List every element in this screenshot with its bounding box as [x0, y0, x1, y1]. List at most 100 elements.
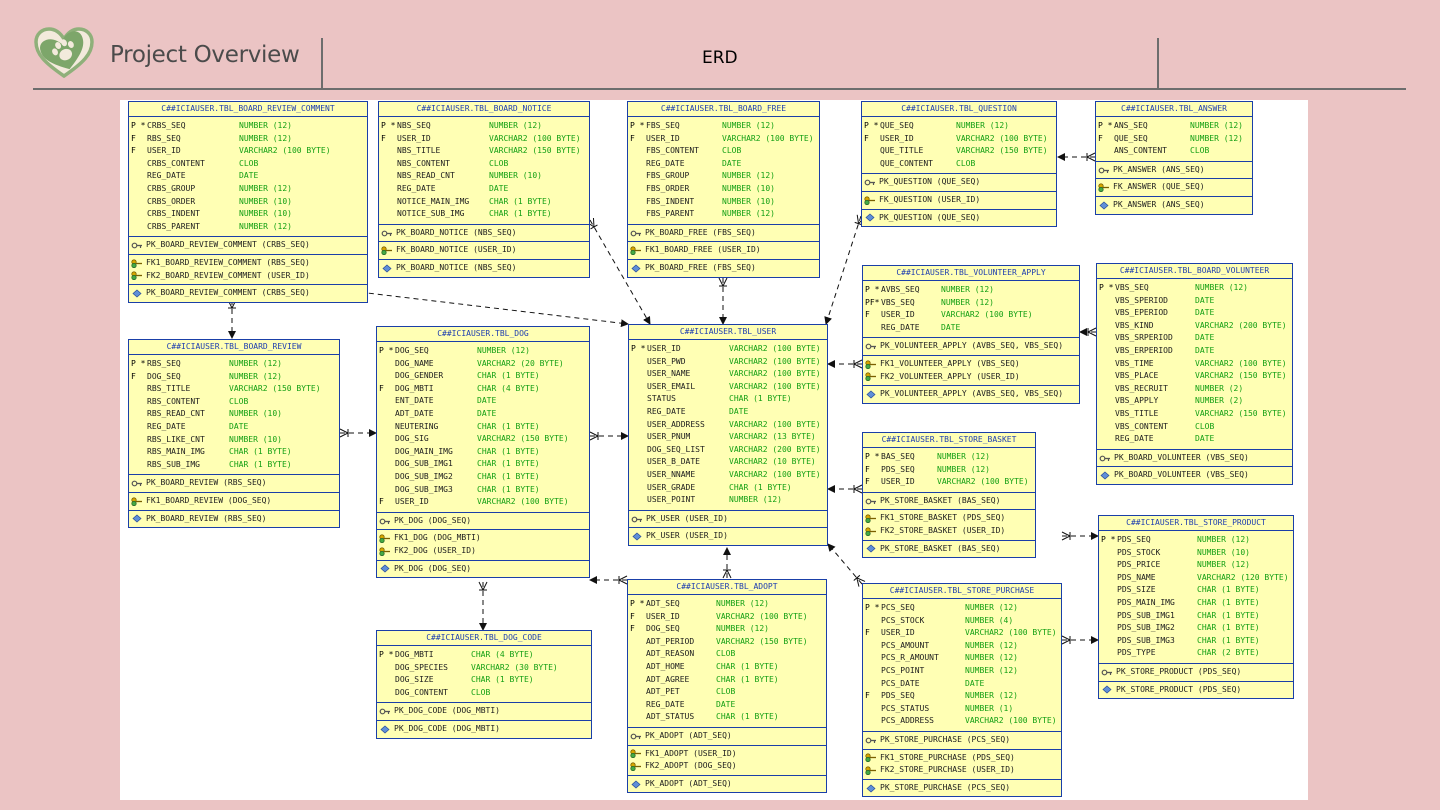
key-entry[interactable]: FK2_VOLUNTEER_APPLY (USER_ID) — [865, 371, 1079, 384]
table-adopt[interactable]: C##ICIAUSER.TBL_ADOPT P * ADT_SEQ NUMBER (1… — [627, 579, 827, 794]
key-entry[interactable]: FK2_ADOPT (DOG_SEQ) — [630, 760, 826, 773]
key-entry[interactable]: PK_USER (USER_ID) — [631, 530, 827, 543]
column-row: PF* VBS_SEQ NUMBER (12) — [863, 297, 1079, 310]
column-type: VARCHAR2 (13 BYTE) — [729, 432, 816, 442]
table-review[interactable]: C##ICIAUSER.TBL_BOARD_REVIEW P * RBS_SEQ NU… — [128, 339, 340, 529]
key-entry[interactable]: PK_USER (USER_ID) — [631, 513, 827, 526]
key-entry[interactable]: FK1_BOARD_FREE (USER_ID) — [630, 244, 819, 257]
index-section: PK_BOARD_REVIEW_COMMENT (CRBS_SEQ) — [129, 284, 367, 302]
column-row: P * AVBS_SEQ NUMBER (12) — [863, 284, 1079, 297]
key-entry[interactable]: PK_BOARD_FREE (FBS_SEQ) — [630, 227, 819, 240]
key-entry[interactable]: FK1_BOARD_REVIEW (DOG_SEQ) — [131, 495, 339, 508]
key-label: PK_BOARD_VOLUNTEER (VBS_SEQ) — [1114, 452, 1249, 462]
column-flag — [377, 421, 395, 434]
column-row: F USER_ID VARCHAR2 (100 BYTE) — [379, 133, 589, 146]
column-flag: F — [131, 133, 136, 143]
table-question[interactable]: C##ICIAUSER.TBL_QUESTION P * QUE_SEQ NUMBER… — [861, 101, 1057, 228]
key-entry[interactable]: PK_STORE_PURCHASE (PCS_SEQ) — [865, 782, 1061, 795]
table-dogcode[interactable]: C##ICIAUSER.TBL_DOG_CODE P * DOG_MBTI CHAR … — [376, 630, 592, 739]
column-list: P * RBS_SEQ NUMBER (12) F DOG_SEQ NUMBER (12)… — [129, 355, 339, 474]
table-notice[interactable]: C##ICIAUSER.TBL_BOARD_NOTICE P * NBS_SEQ NU… — [378, 101, 590, 278]
key-entry[interactable]: PK_DOG (DOG_SEQ) — [379, 563, 589, 576]
key-entry[interactable]: FK1_BOARD_REVIEW_COMMENT (RBS_SEQ) — [131, 257, 367, 270]
column-name: USER_ID — [647, 344, 681, 353]
key-entry[interactable]: PK_VOLUNTEER_APPLY (AVBS_SEQ, VBS_SEQ) — [865, 340, 1079, 353]
key-label: FK2_STORE_BASKET (USER_ID) — [880, 525, 1006, 535]
table-user[interactable]: C##ICIAUSER.TBL_USER P * USER_ID VARCHAR2 (… — [628, 324, 828, 546]
key-entry[interactable]: FK_BOARD_NOTICE (USER_ID) — [381, 244, 589, 257]
key-entry[interactable]: PK_BOARD_FREE (FBS_SEQ) — [630, 262, 819, 275]
table-answer[interactable]: C##ICIAUSER.TBL_ANSWER P * ANS_SEQ NUMBER (… — [1095, 101, 1253, 215]
table-dog[interactable]: C##ICIAUSER.TBL_DOG P * DOG_SEQ NUMBER (12)… — [376, 326, 590, 579]
column-flag — [863, 703, 881, 716]
key-entry[interactable]: PK_STORE_PRODUCT (PDS_SEQ) — [1101, 684, 1293, 697]
key-entry[interactable]: PK_ANSWER (ANS_SEQ) — [1098, 199, 1252, 212]
index-section: PK_BOARD_FREE (FBS_SEQ) — [628, 258, 819, 277]
primary-key-section: PK_BOARD_NOTICE (NBS_SEQ) — [379, 223, 589, 242]
column-type: NUMBER (12) — [722, 171, 775, 181]
key-entry[interactable]: FK2_STORE_PURCHASE (USER_ID) — [865, 764, 1061, 777]
column-type: CHAR (1 BYTE) — [489, 196, 552, 206]
column-flag — [377, 687, 395, 700]
key-entry[interactable]: PK_BOARD_NOTICE (NBS_SEQ) — [381, 227, 589, 240]
column-flag — [129, 446, 147, 459]
key-entry[interactable]: PK_STORE_BASKET (BAS_SEQ) — [865, 543, 1035, 556]
column-row: RBS_TITLE VARCHAR2 (150 BYTE) — [129, 383, 339, 396]
key-entry[interactable]: FK1_ADOPT (USER_ID) — [630, 748, 826, 761]
column-flag — [1096, 145, 1114, 158]
key-entry[interactable]: PK_STORE_BASKET (BAS_SEQ) — [865, 495, 1035, 508]
key-entry[interactable]: FK1_DOG (DOG_MBTI) — [379, 532, 589, 545]
key-entry[interactable]: PK_ANSWER (ANS_SEQ) — [1098, 164, 1252, 177]
table-basket[interactable]: C##ICIAUSER.TBL_STORE_BASKET P * BAS_SEQ NU… — [862, 432, 1036, 559]
column-row: NBS_READ_CNT NUMBER (10) — [379, 170, 589, 183]
column-name: PCS_R_AMOUNT — [881, 653, 939, 663]
column-name: USER_PWD — [647, 356, 686, 366]
key-entry[interactable]: PK_QUESTION (QUE_SEQ) — [864, 176, 1056, 189]
table-volunteer[interactable]: C##ICIAUSER.TBL_BOARD_VOLUNTEER P * VBS_SE… — [1096, 263, 1293, 485]
key-entry[interactable]: PK_STORE_PURCHASE (PCS_SEQ) — [865, 734, 1061, 747]
key-entry[interactable]: PK_DOG (DOG_SEQ) — [379, 515, 589, 528]
column-name: RBS_SEQ — [147, 359, 181, 368]
key-entry[interactable]: FK1_STORE_PURCHASE (PDS_SEQ) — [865, 752, 1061, 765]
key-entry[interactable]: PK_BOARD_REVIEW_COMMENT (CRBS_SEQ) — [131, 287, 367, 300]
key-entry[interactable]: PK_BOARD_VOLUNTEER (VBS_SEQ) — [1099, 469, 1292, 482]
key-entry[interactable]: PK_QUESTION (QUE_SEQ) — [864, 212, 1056, 225]
key-entry[interactable]: PK_ADOPT (ADT_SEQ) — [630, 778, 826, 791]
column-type: DATE — [1195, 295, 1215, 305]
key-entry[interactable]: FK_ANSWER (QUE_SEQ) — [1098, 181, 1252, 194]
key-entry[interactable]: PK_BOARD_REVIEW_COMMENT (CRBS_SEQ) — [131, 239, 367, 252]
column-type: NUMBER (10) — [229, 434, 282, 444]
key-entry[interactable]: PK_BOARD_NOTICE (NBS_SEQ) — [381, 262, 589, 275]
table-free[interactable]: C##ICIAUSER.TBL_BOARD_FREE P * FBS_SEQ NUMB… — [627, 101, 820, 278]
key-entry[interactable]: FK1_STORE_BASKET (PDS_SEQ) — [865, 512, 1035, 525]
key-entry[interactable]: FK2_DOG (USER_ID) — [379, 545, 589, 558]
key-entry[interactable]: PK_BOARD_REVIEW (RBS_SEQ) — [131, 513, 339, 526]
key-entry[interactable]: FK2_STORE_BASKET (USER_ID) — [865, 525, 1035, 538]
column-flag: F — [630, 611, 635, 621]
key-entry[interactable]: FK1_VOLUNTEER_APPLY (VBS_SEQ) — [865, 358, 1079, 371]
column-flag — [377, 471, 395, 484]
key-entry[interactable]: PK_ADOPT (ADT_SEQ) — [630, 730, 826, 743]
table-product[interactable]: C##ICIAUSER.TBL_STORE_PRODUCT P * PDS_SEQ N… — [1098, 515, 1294, 700]
index-diamond-icon — [1099, 471, 1111, 480]
column-name: ADT_PET — [646, 687, 680, 697]
table-rc[interactable]: C##ICIAUSER.TBL_BOARD_REVIEW_COMMENT P * C… — [128, 101, 368, 303]
key-entry[interactable]: PK_DOG_CODE (DOG_MBTI) — [379, 723, 591, 736]
column-flag — [1097, 395, 1115, 408]
column-flag — [629, 356, 647, 369]
key-entry[interactable]: PK_VOLUNTEER_APPLY (AVBS_SEQ, VBS_SEQ) — [865, 388, 1079, 401]
key-entry[interactable]: PK_STORE_PRODUCT (PDS_SEQ) — [1101, 666, 1293, 679]
key-entry[interactable]: PK_DOG_CODE (DOG_MBTI) — [379, 705, 591, 718]
table-vapply[interactable]: C##ICIAUSER.TBL_VOLUNTEER_APPLY P * AVBS_S… — [862, 265, 1080, 404]
key-entry[interactable]: PK_BOARD_REVIEW (RBS_SEQ) — [131, 477, 339, 490]
index-diamond-icon — [379, 725, 391, 734]
key-entry[interactable]: FK_QUESTION (USER_ID) — [864, 194, 1056, 207]
table-purchase[interactable]: C##ICIAUSER.TBL_STORE_PURCHASE P * PCS_SEQ… — [862, 583, 1062, 798]
column-flag — [628, 711, 646, 724]
key-entry[interactable]: PK_BOARD_VOLUNTEER (VBS_SEQ) — [1099, 452, 1292, 465]
primary-key-section: PK_BOARD_REVIEW (RBS_SEQ) — [129, 474, 339, 492]
column-name: BAS_SEQ — [881, 452, 915, 461]
column-list: P * DOG_SEQ NUMBER (12) DOG_NAME VARCHAR2 (2… — [377, 342, 589, 512]
key-entry[interactable]: FK2_BOARD_REVIEW_COMMENT (USER_ID) — [131, 270, 367, 283]
column-row: VBS_APPLY NUMBER (2) — [1097, 395, 1292, 408]
